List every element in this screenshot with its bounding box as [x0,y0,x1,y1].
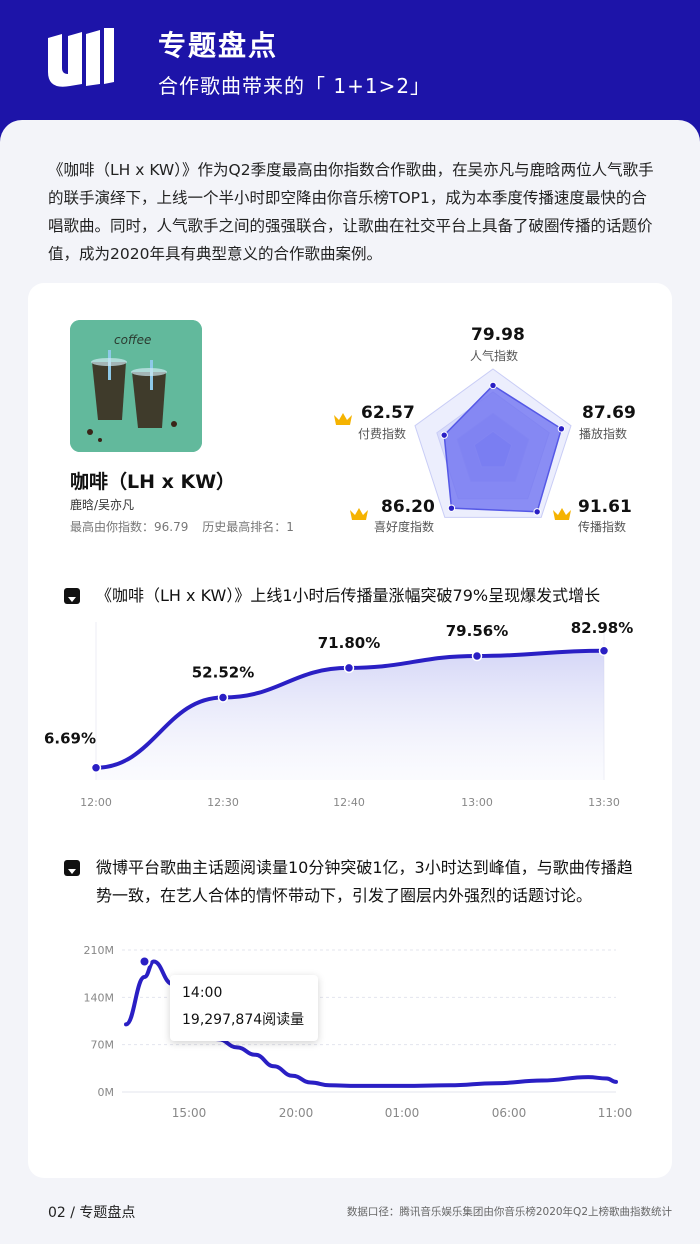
page-subtitle: 合作歌曲带来的「 1+1>2」 [158,74,432,98]
radar-label-play: 播放指数 [579,427,628,441]
unl-logo [48,28,114,87]
radar-value-popularity: 79.98 [471,325,525,345]
radar-label-spread: 传播指数 [578,520,627,534]
crown-icon [333,411,353,431]
cover-lettering: coffee [114,333,151,347]
section-marker-icon [64,860,80,876]
radar-label-paid: 付费指数 [358,427,407,441]
section2-text: 微博平台歌曲主话题阅读量10分钟突破1亿，3小时达到峰值，与歌曲传播趋势一致，在… [96,858,633,905]
radar-label-popularity: 人气指数 [470,349,519,363]
section1-text: 《咖啡（LH x KW）》上线1小时后传播量涨幅突破79%呈现爆发式增长 [96,586,601,605]
crown-icon [349,506,369,526]
song-meta: 最高由你指数：96.79 历史最高排名：1 [70,518,304,535]
chart-tooltip: 14:00 19,297,874阅读量 [170,975,318,1041]
song-artists: 鹿晗/吴亦凡 [70,498,135,512]
tooltip-value: 19,297,874阅读量 [182,1012,305,1028]
crown-icon [552,506,572,526]
section2-title: 微博平台歌曲主话题阅读量10分钟突破1亿，3小时达到峰值，与歌曲传播趋势一致，在… [64,854,644,910]
page-title: 专题盘点 [158,29,279,62]
radar-value-paid: 62.57 [361,403,415,423]
page-footer-label: 02 / 专题盘点 [48,1205,136,1221]
radar-value-preference: 86.20 [381,497,435,517]
history-rank: 历史最高排名：1 [202,520,294,534]
album-cover: coffee [70,320,202,452]
section1-title: 《咖啡（LH x KW）》上线1小时后传播量涨幅突破79%呈现爆发式增长 [64,582,644,610]
intro-paragraph: 《咖啡（LH x KW）》作为Q2季度最高由你指数合作歌曲，在吴亦凡与鹿晗两位人… [48,161,654,263]
max-index: 最高由你指数：96.79 [70,520,189,534]
data-source-note: 数据口径：腾讯音乐娱乐集团由你音乐榜2020年Q2上榜歌曲指数统计 [346,1206,672,1218]
song-title: 咖啡（LH x KW） [70,471,236,493]
tooltip-time: 14:00 [182,985,223,1001]
section-marker-icon [64,588,80,604]
radar-value-play: 87.69 [582,403,636,423]
radar-label-preference: 喜好度指数 [374,520,435,534]
radar-value-spread: 91.61 [578,497,632,517]
